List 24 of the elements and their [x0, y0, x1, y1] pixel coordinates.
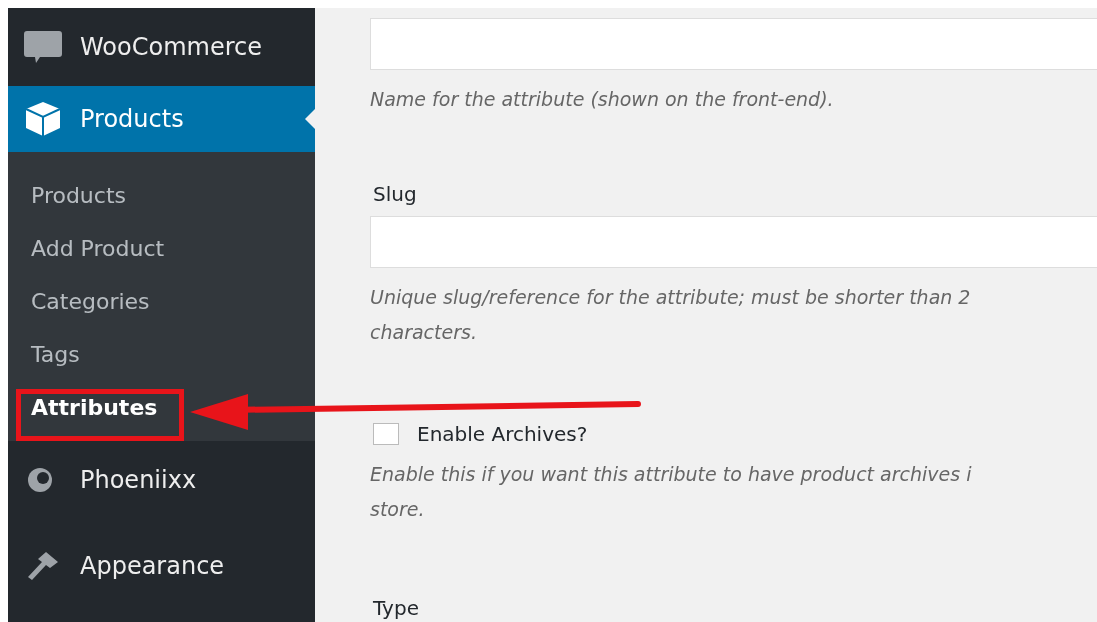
box-icon: [24, 101, 62, 137]
field-label: Type: [373, 596, 420, 620]
submenu-item[interactable]: Categories: [8, 275, 150, 328]
submenu-item[interactable]: Tags: [8, 328, 80, 381]
checkbox[interactable]: [373, 423, 399, 445]
checkbox-label: Enable Archives?: [417, 422, 588, 446]
submenu-item[interactable]: Attributes: [8, 381, 158, 434]
field-label: Slug: [373, 182, 418, 206]
submenu-item[interactable]: Add Product: [8, 222, 165, 275]
field-hint: Enable this if you want this attribute to have product archives i store.: [370, 462, 973, 522]
field-hint: Unique slug/reference for the attribute; must be shorter than 2 characters.: [370, 285, 972, 345]
text-field[interactable]: [370, 18, 1097, 70]
field-hint: Name for the attribute (shown on the front-end).: [370, 87, 835, 112]
menu-item[interactable]: Products: [8, 86, 315, 152]
menu-item[interactable]: Appearance: [8, 527, 315, 605]
menu-label: WooCommerce: [80, 33, 262, 61]
menu-label: Phoeniixx: [80, 466, 197, 494]
menu-item[interactable]: Phoeniixx: [8, 441, 315, 519]
submenu-item[interactable]: Products: [8, 169, 126, 222]
menu-label: Products: [80, 105, 184, 133]
text-field[interactable]: [370, 216, 1097, 268]
menu-item[interactable]: WooCommerce: [8, 8, 315, 86]
menu-label: Appearance: [80, 552, 225, 580]
speech-bubble-icon: [24, 31, 62, 63]
